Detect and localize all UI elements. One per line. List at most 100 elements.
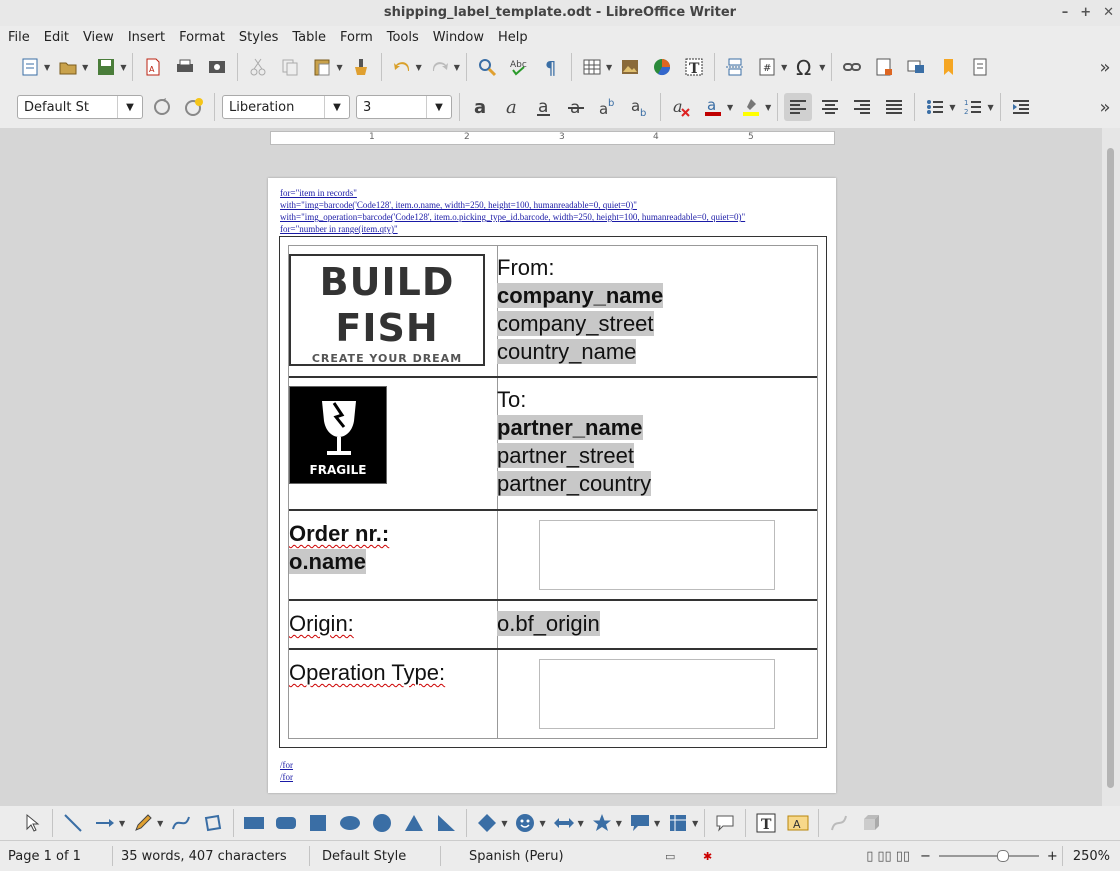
chevron-down-icon[interactable]: ▼ (44, 63, 50, 72)
order-value-field[interactable]: o.name (289, 549, 367, 574)
chevron-down-icon[interactable]: ▼ (82, 63, 88, 72)
triangle-shape-icon[interactable] (400, 809, 428, 837)
insert-comment-shape-icon[interactable] (711, 809, 739, 837)
menu-window[interactable]: Window (425, 30, 490, 45)
single-page-view-icon[interactable]: ▯ (864, 849, 875, 864)
points-tool-icon[interactable] (199, 809, 227, 837)
subscript-icon[interactable]: ab (626, 93, 654, 121)
order-barcode-frame[interactable] (539, 520, 775, 590)
company-logo[interactable]: BUILD FISH CREATE YOUR DREAM (289, 254, 485, 366)
page-style[interactable]: Default Style (310, 849, 440, 864)
chevron-down-icon[interactable]: ▼ (454, 63, 460, 72)
menu-styles[interactable]: Styles (231, 30, 284, 45)
square-shape-icon[interactable] (304, 809, 332, 837)
callout-shape-icon[interactable] (626, 809, 654, 837)
chevron-down-icon[interactable]: ▼ (157, 819, 163, 828)
print-preview-icon[interactable] (203, 53, 231, 81)
block-arrows-icon[interactable] (550, 809, 578, 837)
undo-icon[interactable] (388, 53, 416, 81)
circle-shape-icon[interactable] (368, 809, 396, 837)
zoom-slider-handle[interactable] (996, 850, 1009, 862)
font-name-combo[interactable]: Liberation ▼ (222, 95, 350, 119)
spelling-icon[interactable]: Abc (505, 53, 533, 81)
maximize-icon[interactable]: + (1080, 0, 1091, 26)
vertical-scrollbar[interactable] (1102, 128, 1120, 806)
new-style-icon[interactable] (180, 93, 208, 121)
cross-reference-icon[interactable] (966, 53, 994, 81)
zoom-slider[interactable] (938, 850, 1039, 862)
chevron-down-icon[interactable]: ▼ (117, 96, 142, 118)
document-page[interactable]: for="item in records" with="img=barcode(… (268, 178, 836, 793)
chevron-down-icon[interactable]: ▼ (120, 63, 126, 72)
clear-formatting-icon[interactable]: a (667, 93, 695, 121)
menu-table[interactable]: Table (284, 30, 332, 45)
minimize-icon[interactable]: – (1062, 0, 1069, 26)
page-count[interactable]: Page 1 of 1 (0, 849, 112, 864)
redo-icon[interactable] (426, 53, 454, 81)
save-icon[interactable] (92, 53, 120, 81)
insert-text-box-icon[interactable]: T (752, 809, 780, 837)
template-field[interactable]: with="img_operation=barcode('Code128', i… (280, 212, 745, 222)
flowchart-shape-icon[interactable] (664, 809, 692, 837)
insert-field-icon[interactable]: # (753, 53, 781, 81)
template-field[interactable]: with="img=barcode('Code128', item.o.name… (280, 200, 637, 210)
basic-shapes-icon[interactable] (473, 809, 501, 837)
italic-icon[interactable]: a (498, 93, 526, 121)
chevron-down-icon[interactable]: ▼ (578, 819, 584, 828)
select-pointer-icon[interactable] (18, 809, 46, 837)
cut-icon[interactable] (244, 53, 272, 81)
template-field[interactable]: for="item in records" (280, 188, 357, 198)
update-style-icon[interactable] (148, 93, 176, 121)
open-folder-icon[interactable] (54, 53, 82, 81)
increase-indent-icon[interactable] (1007, 93, 1035, 121)
paragraph-style-combo[interactable]: Default St ▼ (17, 95, 143, 119)
fragile-image[interactable]: FRAGILE (289, 386, 387, 484)
chevron-down-icon[interactable]: ▼ (606, 63, 612, 72)
numbered-list-icon[interactable]: 12 (959, 93, 987, 121)
template-field[interactable]: /for (280, 772, 293, 782)
country-name-field[interactable]: country_name (497, 339, 637, 364)
page-break-icon[interactable] (721, 53, 749, 81)
chevron-down-icon[interactable]: ▼ (987, 103, 993, 112)
bullet-list-icon[interactable] (921, 93, 949, 121)
zoom-level[interactable]: 250% (1063, 849, 1120, 864)
align-left-icon[interactable] (784, 93, 813, 121)
font-size-combo[interactable]: 3 ▼ (356, 95, 452, 119)
document-modified-icon[interactable]: ✱ (695, 850, 733, 863)
highlight-color-icon[interactable] (737, 93, 765, 121)
chevron-down-icon[interactable]: ▼ (949, 103, 955, 112)
origin-value-cell[interactable]: o.bf_origin (497, 610, 600, 638)
menu-edit[interactable]: Edit (36, 30, 75, 45)
toggle-point-edit-icon[interactable] (825, 809, 853, 837)
chevron-down-icon[interactable]: ▼ (692, 819, 698, 828)
special-character-icon[interactable]: Ω (791, 53, 819, 81)
chevron-down-icon[interactable]: ▼ (727, 103, 733, 112)
operation-barcode-frame[interactable] (539, 659, 775, 729)
underline-icon[interactable]: a (530, 93, 558, 121)
word-count[interactable]: 35 words, 407 characters (113, 849, 309, 864)
zoom-out-icon[interactable]: − (916, 849, 935, 864)
justify-icon[interactable] (880, 93, 908, 121)
to-block[interactable]: To: partner_name partner_street partner_… (497, 386, 652, 498)
book-view-icon[interactable]: ▯▯ (894, 849, 916, 864)
curve-tool-icon[interactable] (167, 809, 195, 837)
bold-icon[interactable]: a (466, 93, 494, 121)
smiley-shape-icon[interactable] (511, 809, 539, 837)
partner-street-field[interactable]: partner_street (497, 443, 634, 468)
language[interactable]: Spanish (Peru) (441, 849, 657, 864)
zoom-in-icon[interactable]: + (1043, 849, 1062, 864)
chevron-down-icon[interactable]: ▼ (616, 819, 622, 828)
clone-formatting-icon[interactable] (347, 53, 375, 81)
freeform-pencil-icon[interactable] (129, 809, 157, 837)
company-street-field[interactable]: company_street (497, 311, 654, 336)
chevron-down-icon[interactable]: ▼ (416, 63, 422, 72)
origin-value-field[interactable]: o.bf_origin (497, 611, 600, 636)
menu-form[interactable]: Form (332, 30, 379, 45)
align-right-icon[interactable] (848, 93, 876, 121)
menu-help[interactable]: Help (490, 30, 534, 45)
partner-name-field[interactable]: partner_name (497, 415, 643, 440)
chevron-down-icon[interactable]: ▼ (501, 819, 507, 828)
toolbar-overflow-icon[interactable]: » (1090, 97, 1120, 118)
print-icon[interactable] (171, 53, 199, 81)
company-name-field[interactable]: company_name (497, 283, 664, 308)
